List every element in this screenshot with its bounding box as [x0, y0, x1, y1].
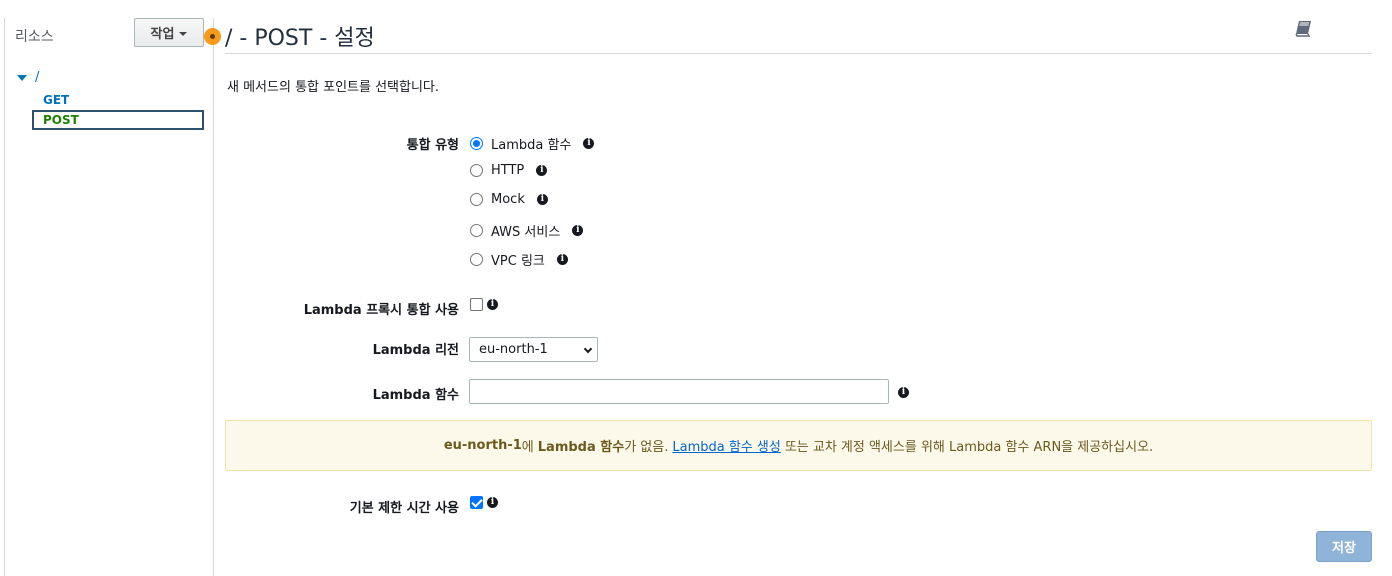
- lambda-proxy-label: Lambda 프록시 통합 사용: [303, 303, 459, 318]
- alert-text-1: 에: [521, 440, 534, 455]
- caret-down-icon: [179, 31, 188, 36]
- page-description: 새 메서드의 통합 포인트를 선택합니다.: [227, 80, 440, 95]
- lambda-function-label: Lambda 함수: [372, 388, 459, 403]
- info-icon[interactable]: i: [536, 165, 548, 176]
- chevron-down-icon: [583, 344, 593, 354]
- alert-bold: Lambda 함수: [537, 440, 625, 455]
- radio-label[interactable]: Lambda 함수: [491, 134, 571, 153]
- resource-root-path[interactable]: /: [35, 70, 39, 85]
- integration-type-label: 통합 유형: [406, 138, 459, 153]
- radio-http[interactable]: HTTP i: [470, 163, 548, 178]
- create-lambda-link[interactable]: Lambda 함수 생성: [672, 436, 780, 455]
- lambda-proxy-row: i: [470, 298, 498, 311]
- lambda-proxy-checkbox[interactable]: [470, 298, 483, 311]
- alert-text-3: 또는 교차 계정 액세스를 위해 Lambda 함수 ARN을 제공하십시오.: [784, 440, 1154, 455]
- radio-button[interactable]: [470, 193, 483, 206]
- method-post-selected[interactable]: POST: [32, 110, 204, 130]
- info-icon[interactable]: i: [583, 138, 595, 149]
- radio-lambda-function[interactable]: Lambda 함수 i: [470, 134, 595, 153]
- resources-sidebar: 리소스 작업 / GET POST: [5, 18, 221, 576]
- lambda-region-select[interactable]: eu-north-1: [469, 337, 598, 362]
- lambda-region-label: Lambda 리전: [372, 343, 459, 358]
- method-post-label: POST: [43, 113, 79, 127]
- save-label: 저장: [1332, 541, 1356, 556]
- actions-dropdown-button[interactable]: 작업: [134, 18, 204, 47]
- method-setup-panel: / - POST - 설정 새 메서드의 통합 포인트를 선택합니다. 통합 유…: [225, 0, 1372, 576]
- book-icon[interactable]: [1294, 18, 1314, 38]
- radio-mock[interactable]: Mock i: [470, 192, 548, 207]
- radio-label[interactable]: VPC 링크: [491, 250, 545, 269]
- info-icon[interactable]: i: [487, 497, 498, 508]
- resources-title: 리소스: [15, 29, 54, 45]
- info-icon[interactable]: i: [898, 387, 909, 398]
- warning-alert: eu-north-1 에 Lambda 함수 가 없음. Lambda 함수 생…: [225, 420, 1372, 471]
- save-button[interactable]: 저장: [1316, 531, 1372, 562]
- expand-triangle-icon[interactable]: [17, 74, 27, 81]
- alert-text-2: 가 없음.: [624, 440, 669, 455]
- default-timeout-checkbox[interactable]: [470, 496, 483, 509]
- method-get[interactable]: GET: [43, 93, 69, 107]
- radio-label[interactable]: AWS 서비스: [491, 221, 560, 240]
- title-divider: [225, 53, 1372, 54]
- info-icon[interactable]: i: [536, 194, 548, 205]
- page-title: / - POST - 설정: [225, 26, 375, 51]
- alert-region: eu-north-1: [443, 438, 522, 453]
- radio-label[interactable]: HTTP: [491, 163, 524, 178]
- radio-vpc-link[interactable]: VPC 링크 i: [470, 250, 568, 269]
- radio-aws-service[interactable]: AWS 서비스 i: [470, 221, 584, 240]
- default-timeout-label: 기본 제한 시간 사용: [349, 501, 459, 516]
- lambda-function-input[interactable]: [469, 379, 889, 404]
- region-value: eu-north-1: [479, 342, 548, 357]
- radio-button[interactable]: [470, 164, 483, 177]
- panel-resize-handle[interactable]: [204, 28, 221, 45]
- radio-button-selected[interactable]: [470, 137, 483, 150]
- resource-tree-root[interactable]: /: [17, 70, 39, 85]
- actions-label: 작업: [150, 27, 175, 42]
- info-icon[interactable]: i: [556, 254, 568, 265]
- radio-button[interactable]: [470, 253, 483, 266]
- radio-label[interactable]: Mock: [491, 192, 525, 207]
- info-icon[interactable]: i: [487, 299, 498, 310]
- radio-button[interactable]: [470, 224, 483, 237]
- default-timeout-row: i: [470, 496, 498, 509]
- info-icon[interactable]: i: [572, 225, 584, 236]
